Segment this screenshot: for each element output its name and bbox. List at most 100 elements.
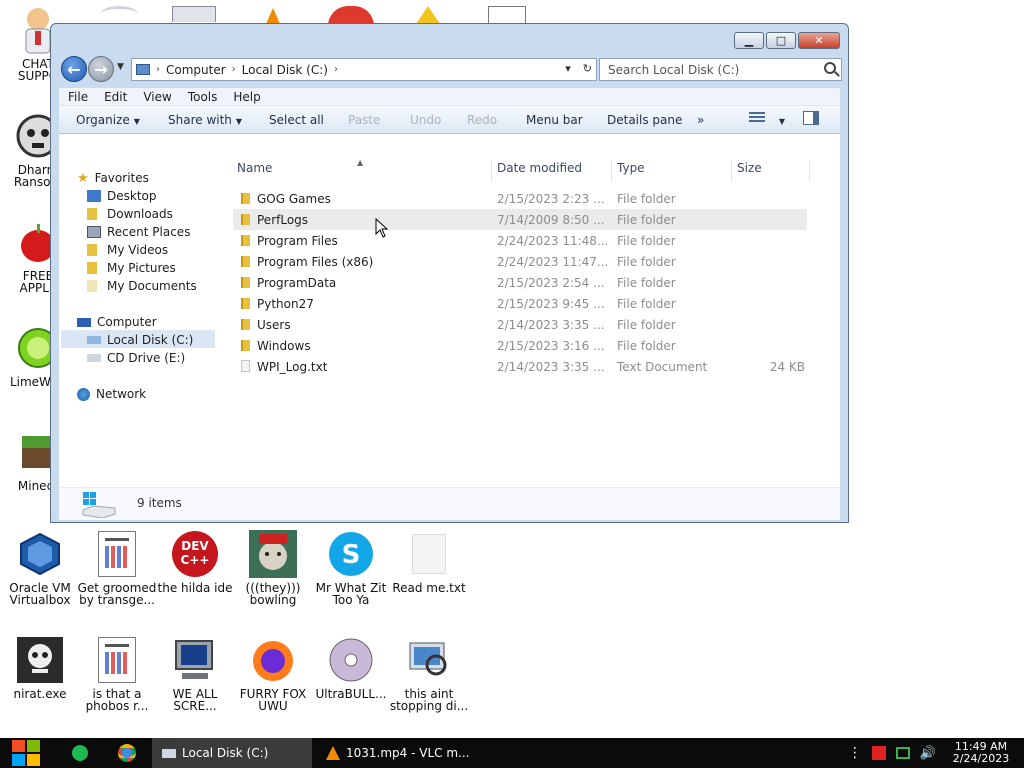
volume-icon[interactable]: 🔊 [920, 746, 936, 761]
maximize-button[interactable]: □ [766, 32, 796, 49]
file-row[interactable]: GOG Games 2/15/2023 2:23 ... File folder [233, 188, 807, 209]
file-row[interactable]: Python27 2/15/2023 9:45 ... File folder [233, 293, 807, 314]
nav-cd-drive[interactable]: CD Drive (E:) [87, 349, 185, 367]
file-name: GOG Games [257, 192, 331, 206]
desktop-icon-get-groomed[interactable]: Get groomed by transge... [77, 530, 157, 606]
nav-desktop[interactable]: Desktop [87, 187, 157, 205]
start-button[interactable] [10, 738, 44, 768]
nav-network[interactable]: Network [77, 385, 146, 403]
file-name: Users [257, 318, 291, 332]
details-pane-button[interactable]: Details pane [607, 113, 682, 127]
clock[interactable]: 11:49 AM 2/24/2023 [946, 741, 1016, 765]
column-header-type[interactable]: Type [617, 161, 645, 175]
desktop-icon-ultrabull[interactable]: UltraBULL... [311, 636, 391, 700]
minimize-button[interactable]: ▁ [734, 32, 764, 49]
desktop-icon-mr-what-zit[interactable]: S Mr What Zit Too Ya [311, 530, 391, 606]
breadcrumb-separator-icon[interactable]: › [334, 64, 338, 75]
address-dropdown-icon[interactable]: ▾ [565, 62, 571, 75]
forward-button[interactable]: → [88, 56, 114, 82]
recent-pages-dropdown-icon[interactable]: ▼ [117, 62, 124, 72]
column-header-size[interactable]: Size [737, 161, 762, 175]
taskbar-pinned-app[interactable] [72, 738, 88, 768]
maximize-icon: □ [775, 34, 787, 47]
vlc-icon [326, 746, 340, 760]
nav-my-pictures[interactable]: My Pictures [87, 259, 176, 277]
file-type: File folder [617, 192, 676, 206]
column-divider[interactable] [731, 160, 732, 182]
text-file-icon [405, 530, 453, 578]
breadcrumb-computer[interactable]: Computer [166, 63, 226, 77]
action-center-flag-icon[interactable] [871, 746, 886, 760]
nav-favorites-label: Favorites [94, 171, 149, 185]
file-row[interactable]: Windows 2/15/2023 3:16 ... File folder [233, 335, 807, 356]
column-divider[interactable] [809, 160, 810, 182]
nav-local-disk[interactable]: Local Disk (C:) [87, 331, 193, 349]
desktop-icon-top-partial[interactable] [172, 6, 216, 22]
taskbar-task-local-disk[interactable]: Local Disk (C:) [152, 738, 312, 768]
breadcrumb-separator-icon[interactable]: › [232, 64, 236, 75]
nav-recent-places-label: Recent Places [107, 225, 191, 239]
redo-button[interactable]: Redo [467, 113, 497, 127]
address-bar[interactable]: › Computer › Local Disk (C:) › ▾ ↻ [131, 58, 597, 81]
search-icon[interactable] [824, 62, 836, 74]
nav-downloads[interactable]: Downloads [87, 205, 173, 223]
menu-tools[interactable]: Tools [188, 90, 218, 104]
nav-computer[interactable]: Computer [77, 313, 157, 331]
breadcrumb-local-disk[interactable]: Local Disk (C:) [242, 63, 328, 77]
desktop-icon-read-me[interactable]: Read me.txt [389, 530, 469, 594]
menu-file[interactable]: File [68, 90, 88, 104]
taskbar-chrome[interactable] [118, 738, 136, 768]
column-divider[interactable] [491, 160, 492, 182]
paste-button[interactable]: Paste [348, 113, 380, 127]
desktop-icon-this-aint-stopping[interactable]: this aint stopping di... [389, 636, 469, 712]
breadcrumb-separator-icon[interactable]: › [156, 64, 160, 75]
back-button[interactable]: ← [61, 56, 87, 82]
file-row[interactable]: WPI_Log.txt 2/14/2023 3:35 ... Text Docu… [233, 356, 807, 377]
menu-view[interactable]: View [143, 90, 171, 104]
menu-help[interactable]: Help [233, 90, 260, 104]
select-all-button[interactable]: Select all [269, 113, 324, 127]
file-date: 2/24/2023 11:47... [497, 255, 607, 269]
nav-my-videos[interactable]: My Videos [87, 241, 168, 259]
taskbar-task-vlc[interactable]: 1031.mp4 - VLC m... [316, 738, 474, 768]
file-row[interactable]: ProgramData 2/15/2023 2:54 ... File fold… [233, 272, 807, 293]
column-header-date-modified[interactable]: Date modified [497, 161, 582, 175]
file-date: 2/14/2023 3:35 ... [497, 318, 605, 332]
nav-local-disk-label: Local Disk (C:) [107, 333, 194, 347]
organize-button[interactable]: Organize ▼ [76, 113, 140, 127]
desktop-icon-hilda-ide[interactable]: DEV C++ the hilda ide [155, 530, 235, 594]
preview-pane-button[interactable] [803, 111, 819, 128]
cd-drive-icon [87, 354, 101, 362]
view-options-button[interactable]: ▼ [749, 112, 785, 127]
more-commands-button[interactable]: » [697, 113, 704, 127]
file-row[interactable]: Program Files (x86) 2/24/2023 11:47... F… [233, 251, 807, 272]
explorer-window[interactable]: ▁ □ ✕ ← → ▼ › Computer › Local Disk (C:)… [50, 23, 849, 523]
file-date: 2/14/2023 3:35 ... [497, 360, 605, 374]
file-row[interactable]: Program Files 2/24/2023 11:48... File fo… [233, 230, 807, 251]
search-input[interactable]: Search Local Disk (C:) [599, 58, 842, 81]
desktop-icon-furry-fox[interactable]: FURRY FOX UWU [233, 636, 313, 712]
network-monitor-icon[interactable] [895, 747, 910, 759]
desktop-icon-top-partial[interactable] [100, 6, 138, 22]
column-divider[interactable] [611, 160, 612, 182]
share-with-button[interactable]: Share with ▼ [168, 113, 242, 127]
nav-recent-places[interactable]: Recent Places [87, 223, 190, 241]
nav-my-documents[interactable]: My Documents [87, 277, 197, 295]
file-row[interactable]: PerfLogs 7/14/2009 8:50 ... File folder [233, 209, 807, 230]
nav-favorites[interactable]: ★ Favorites [77, 169, 149, 187]
menu-edit[interactable]: Edit [104, 90, 127, 104]
desktop-icon-nirat[interactable]: nirat.exe [0, 636, 80, 700]
file-date: 2/24/2023 11:48... [497, 234, 607, 248]
navigation-pane: ★ Favorites Desktop Downloads Recent Pla… [59, 134, 223, 454]
column-header-name[interactable]: Name [237, 161, 272, 175]
close-button[interactable]: ✕ [798, 32, 840, 49]
desktop-icon-phobos[interactable]: is that a phobos r... [77, 636, 157, 712]
desktop-icon-they-bowling[interactable]: (((they))) bowling [233, 530, 313, 606]
undo-button[interactable]: Undo [410, 113, 441, 127]
desktop-icon-we-all-scream[interactable]: WE ALL SCRE... [155, 636, 235, 712]
menu-bar-button[interactable]: Menu bar [526, 113, 583, 127]
more-tray-icon[interactable]: ⋮ [848, 745, 862, 761]
file-row[interactable]: Users 2/14/2023 3:35 ... File folder [233, 314, 807, 335]
refresh-icon[interactable]: ↻ [583, 62, 592, 75]
desktop-icon-oracle-vm[interactable]: Oracle VM Virtualbox [0, 530, 80, 606]
